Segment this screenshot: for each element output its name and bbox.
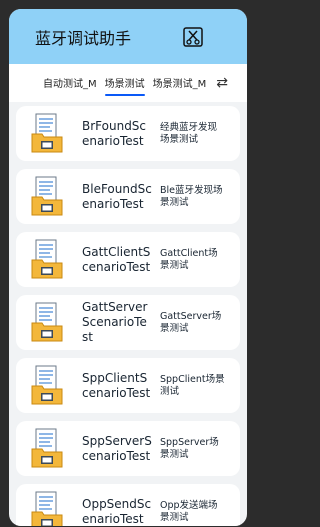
scenario-description: GattServer场景测试 xyxy=(160,310,222,334)
scenario-name: GattClientScenarioTest xyxy=(82,244,151,274)
document-folder-icon xyxy=(30,364,66,408)
scenario-name: OppSendScenarioTest xyxy=(82,496,152,526)
tab-scenario-test-m[interactable]: 场景测试_M xyxy=(153,75,207,92)
scenario-name: SppServerScenarioTest xyxy=(82,433,152,463)
tab-auto-test[interactable]: 自动测试_M xyxy=(43,75,97,92)
scenario-name: BleFoundScenarioTest xyxy=(82,181,152,211)
scenario-name: GattServerScenarioTest xyxy=(82,300,148,344)
app-title: 蓝牙调试助手 xyxy=(35,28,132,48)
document-folder-icon xyxy=(30,427,66,471)
scenario-description: SppServer场景测试 xyxy=(160,436,219,460)
app-header: 蓝牙调试助手 xyxy=(9,9,247,64)
tab-scenario-test[interactable]: 场景测试 xyxy=(104,75,145,96)
document-folder-icon xyxy=(30,175,66,219)
scenario-card[interactable]: SppServerScenarioTest SppServer场景测试 xyxy=(16,421,240,476)
scenario-card[interactable]: SppClientScenarioTest SppClient场景测试 xyxy=(16,358,240,413)
clear-data-icon[interactable] xyxy=(181,25,205,49)
scenario-card[interactable]: BrFoundScenarioTest 经典蓝牙发现场景测试 xyxy=(16,106,240,161)
scenario-description: Ble蓝牙发现场景测试 xyxy=(160,184,223,208)
scenario-description: 经典蓝牙发现场景测试 xyxy=(160,121,218,145)
document-folder-icon xyxy=(30,238,66,282)
scenario-card[interactable]: GattServerScenarioTest GattServer场景测试 xyxy=(16,295,240,350)
scenario-description: SppClient场景测试 xyxy=(160,373,225,397)
document-folder-icon xyxy=(30,490,66,526)
scenario-name: BrFoundScenarioTest xyxy=(82,118,147,148)
scenario-card[interactable]: OppSendScenarioTest Opp发送端场景测试 xyxy=(16,484,240,526)
scenario-name: SppClientScenarioTest xyxy=(82,370,151,400)
scenario-description: GattClient场景测试 xyxy=(160,247,218,271)
scenario-card[interactable]: BleFoundScenarioTest Ble蓝牙发现场景测试 xyxy=(16,169,240,224)
scenario-description: Opp发送端场景测试 xyxy=(160,499,218,523)
tab-bar: 自动测试_M 场景测试 场景测试_M ⇄ xyxy=(9,64,247,102)
document-folder-icon xyxy=(30,112,66,156)
document-folder-icon xyxy=(30,301,66,345)
app-window: 蓝牙调试助手 自动测试_M 场景测试 场景测试_M ⇄ BrFoundScena… xyxy=(9,9,247,526)
scenario-list: BrFoundScenarioTest 经典蓝牙发现场景测试 BleFoundS… xyxy=(9,102,247,526)
scenario-card[interactable]: GattClientScenarioTest GattClient场景测试 xyxy=(16,232,240,287)
switch-icon[interactable]: ⇄ xyxy=(216,75,228,91)
